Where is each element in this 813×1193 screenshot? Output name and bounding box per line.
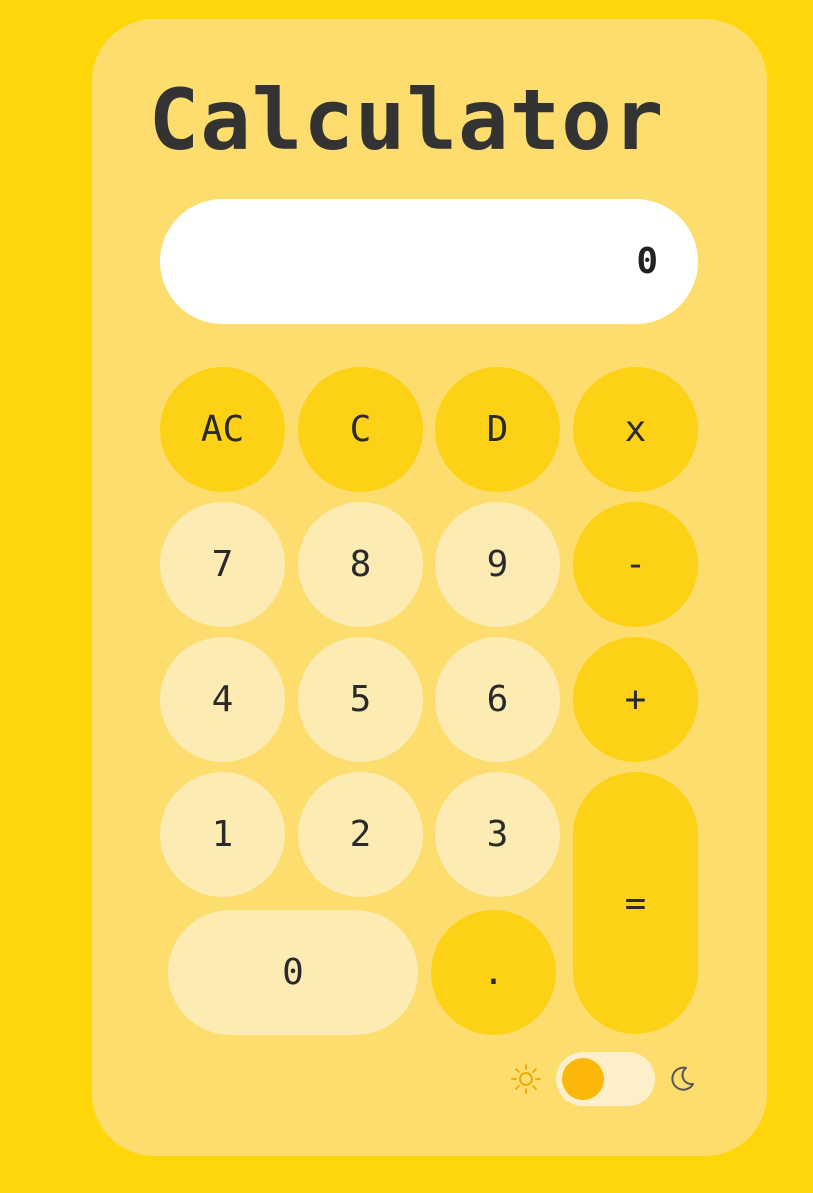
digit-8-button[interactable]: 8 (298, 502, 423, 627)
multiply-button[interactable]: x (573, 367, 698, 492)
digit-0-button[interactable]: 0 (168, 910, 418, 1035)
theme-toggle[interactable] (556, 1052, 655, 1106)
toggle-knob[interactable] (562, 1058, 604, 1100)
digit-6-button[interactable]: 6 (435, 637, 560, 762)
digit-5-button[interactable]: 5 (298, 637, 423, 762)
equals-button[interactable]: = (573, 772, 698, 1034)
digit-4-button[interactable]: 4 (160, 637, 285, 762)
all-clear-button[interactable]: AC (160, 367, 285, 492)
theme-switcher (510, 1052, 697, 1106)
digit-9-button[interactable]: 9 (435, 502, 560, 627)
clear-button[interactable]: C (298, 367, 423, 492)
digit-2-button[interactable]: 2 (298, 772, 423, 897)
moon-icon (667, 1064, 697, 1094)
page-title: Calculator (148, 71, 665, 169)
decimal-button[interactable]: . (431, 910, 556, 1035)
delete-button[interactable]: D (435, 367, 560, 492)
digit-3-button[interactable]: 3 (435, 772, 560, 897)
display-value: 0 (636, 241, 658, 282)
plus-button[interactable]: + (573, 637, 698, 762)
minus-button[interactable]: - (573, 502, 698, 627)
digit-1-button[interactable]: 1 (160, 772, 285, 897)
calculator-display: 0 (160, 199, 698, 324)
digit-7-button[interactable]: 7 (160, 502, 285, 627)
sun-icon (510, 1063, 542, 1095)
